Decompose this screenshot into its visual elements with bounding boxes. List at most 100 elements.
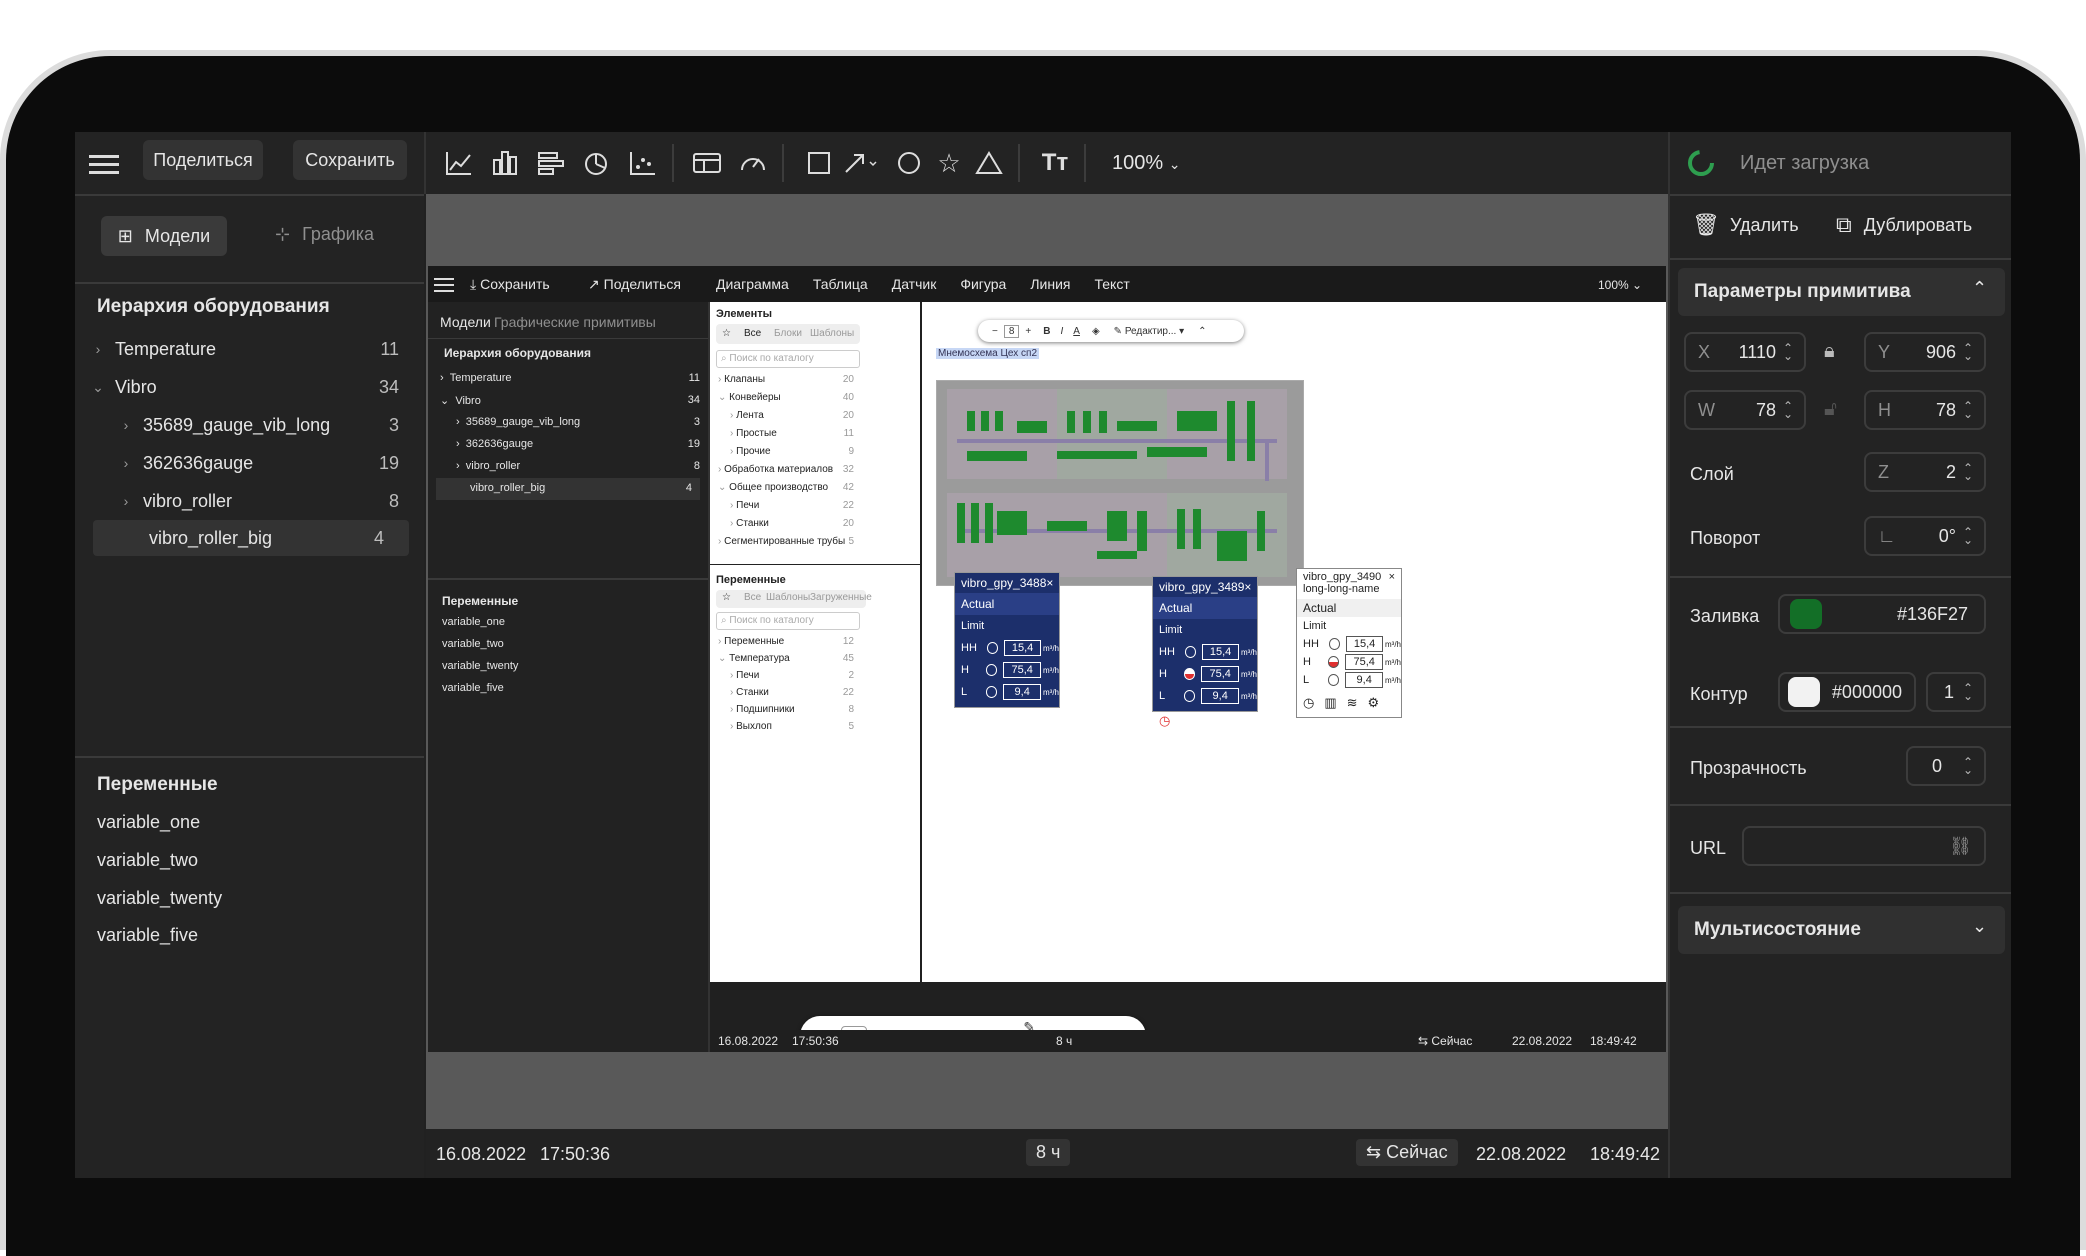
stroke-field[interactable]: #000000	[1778, 672, 1916, 712]
menu-line[interactable]: Линия	[1030, 276, 1070, 292]
var-catalog-item[interactable]: › Выхлоп 5	[730, 721, 854, 732]
h-value[interactable]: 75,4	[1345, 654, 1383, 670]
var-tab-loaded[interactable]: Загруженные	[810, 592, 872, 603]
stepper-icon[interactable]: ⌃ ⌄	[1962, 400, 1974, 420]
settings-icon[interactable]: ⚙	[1368, 695, 1380, 711]
url-input[interactable]: ⛓	[1742, 826, 1986, 866]
radio-icon[interactable]	[1328, 656, 1340, 668]
opacity-field[interactable]: 0 ⌃ ⌄	[1906, 746, 1986, 786]
hh-value[interactable]: 15,4	[1004, 640, 1041, 656]
clock-icon[interactable]: ◷	[961, 709, 972, 725]
plant-scheme-image[interactable]	[936, 380, 1304, 586]
var-catalog-item[interactable]: › Подшипники 8	[730, 704, 854, 715]
fill-color-icon[interactable]: ◈	[1092, 326, 1100, 337]
link-icon[interactable]: ⛓	[1949, 836, 1972, 857]
chart-icon[interactable]: ▥	[982, 709, 994, 725]
var-catalog-item[interactable]: ⌄ Температура 45	[718, 653, 854, 664]
tree-item-vibro-roller[interactable]: › vibro_roller 8	[75, 483, 424, 519]
layers-icon[interactable]: ≋	[1005, 709, 1016, 725]
chart-icon[interactable]: ▥	[1180, 713, 1192, 729]
scatter-chart-icon[interactable]	[626, 146, 660, 180]
gauge-icon[interactable]	[736, 146, 770, 180]
radio-icon[interactable]	[986, 686, 998, 698]
menu-table[interactable]: Таблица	[813, 276, 868, 292]
tab-models[interactable]: ⊞ Модели	[101, 216, 227, 256]
inner-variable[interactable]: variable_five	[442, 682, 504, 694]
hh-value[interactable]: 15,4	[1346, 636, 1383, 652]
var-catalog-item[interactable]: › Переменные 12	[718, 636, 854, 647]
catalog-item[interactable]: › Лента 20	[730, 410, 854, 421]
tree-item-362636gauge[interactable]: › 362636gauge 19	[75, 445, 424, 481]
lock-icon[interactable]: 🔒︎	[1824, 340, 1835, 363]
star-icon[interactable]: ☆	[932, 146, 966, 180]
inner-zoom[interactable]: 100% ⌄	[1598, 278, 1642, 292]
diagram-canvas[interactable]: − 8 + B I A ◈ ✎ Редактир... ▾ ⌃ Мнемосхе…	[922, 302, 1666, 982]
range-selector[interactable]: 8 ч	[1026, 1139, 1071, 1166]
bold-icon[interactable]: B	[1043, 326, 1050, 337]
duplicate-button[interactable]: ⧉ Дублировать	[1836, 212, 1972, 238]
inner-hamburger-icon[interactable]	[434, 276, 456, 299]
elements-search-input[interactable]: ⌕ Поиск по каталогу	[716, 350, 860, 368]
horizontal-bar-icon[interactable]	[534, 146, 568, 180]
table-icon[interactable]	[690, 146, 724, 180]
sensor-popup[interactable]: vibro_gpy_3490 long-long-name × Actual Li…	[1296, 568, 1402, 718]
bar-chart-icon[interactable]	[488, 146, 522, 180]
radio-icon[interactable]	[1184, 690, 1196, 702]
inner-tree-item[interactable]: › vibro_roller 8	[456, 460, 700, 472]
w-field[interactable]: W 78 ⌃ ⌄	[1684, 390, 1806, 430]
inner-variable[interactable]: variable_one	[442, 616, 505, 628]
stroke-width-field[interactable]: 1 ⌃ ⌄	[1926, 672, 1986, 712]
radio-icon[interactable]	[986, 664, 998, 676]
close-icon[interactable]: ×	[1244, 580, 1251, 594]
stepper-icon[interactable]: ⌃ ⌄	[1782, 342, 1794, 362]
star-icon[interactable]: ☆	[722, 328, 731, 339]
el-tab-blocks[interactable]: Блоки	[774, 328, 802, 339]
el-tab-templates[interactable]: Шаблоны	[810, 328, 854, 339]
minus-icon[interactable]: −	[992, 326, 998, 337]
vars-search-input[interactable]: ⌕ Поиск по каталогу	[716, 612, 860, 630]
zoom-select[interactable]: 100% ⌄	[1112, 152, 1180, 175]
unlock-icon[interactable]: 🔓︎	[1824, 398, 1837, 421]
rectangle-icon[interactable]	[802, 146, 836, 180]
radio-icon[interactable]	[1328, 638, 1341, 650]
tree-item-vibro-roller-big[interactable]: vibro_roller_big 4	[93, 520, 409, 556]
layers-icon[interactable]: ≋	[1203, 713, 1214, 729]
inner-share-button[interactable]: ↗ Поделиться	[588, 276, 681, 293]
font-size-input[interactable]: 8	[1003, 324, 1020, 338]
stepper-icon[interactable]: ⌃ ⌄	[1962, 682, 1974, 702]
l-value[interactable]: 9,4	[1003, 684, 1041, 700]
menu-sensor[interactable]: Датчик	[892, 276, 937, 292]
l-value[interactable]: 9,4	[1345, 672, 1383, 688]
chevron-up-icon[interactable]: ⌃	[1972, 278, 1987, 299]
z-field[interactable]: Z 2 ⌃ ⌄	[1864, 452, 1986, 492]
inner-now-button[interactable]: ⇆ Сейчас	[1418, 1034, 1472, 1048]
catalog-item[interactable]: › Простые 11	[730, 428, 854, 439]
fill-field[interactable]: #136F27	[1778, 594, 1986, 634]
line-chart-icon[interactable]	[442, 146, 476, 180]
catalog-item[interactable]: ⌄ Общее производство 42	[718, 482, 854, 493]
variable-item[interactable]: variable_twenty	[97, 888, 222, 909]
radio-icon[interactable]	[1184, 646, 1197, 658]
hamburger-icon[interactable]	[89, 152, 121, 178]
clock-icon[interactable]: ◷	[1303, 695, 1314, 711]
edit-dropdown[interactable]: ✎ Редактир... ▾	[1114, 326, 1185, 337]
triangle-icon[interactable]	[972, 146, 1006, 180]
canvas-area[interactable]: ⤓ Сохранить ↗ Поделиться Диаграмма Табли…	[426, 194, 1668, 1129]
stepper-icon[interactable]: ⌃ ⌄	[1962, 526, 1974, 546]
h-value[interactable]: 75,4	[1201, 666, 1239, 682]
inner-tree-item[interactable]: › 362636gauge 19	[456, 438, 700, 450]
stepper-icon[interactable]: ⌃ ⌄	[1782, 400, 1794, 420]
h-value[interactable]: 75,4	[1003, 662, 1041, 678]
x-field[interactable]: X 1110 ⌃ ⌄	[1684, 332, 1806, 372]
l-value[interactable]: 9,4	[1201, 688, 1239, 704]
text-color-icon[interactable]: A	[1073, 326, 1080, 337]
catalog-item[interactable]: › Печи 22	[730, 500, 854, 511]
text-icon[interactable]: Tт	[1038, 146, 1072, 180]
catalog-item[interactable]: › Станки 20	[730, 518, 854, 529]
radio-icon[interactable]	[986, 642, 999, 654]
catalog-item[interactable]: › Клапаны 20	[718, 374, 854, 385]
chevron-down-icon[interactable]: ⌄	[1972, 916, 1987, 937]
catalog-item[interactable]: › Сегментированные трубы 5	[718, 536, 854, 547]
close-icon[interactable]: ×	[1046, 576, 1053, 590]
inner-variable[interactable]: variable_twenty	[442, 660, 518, 672]
